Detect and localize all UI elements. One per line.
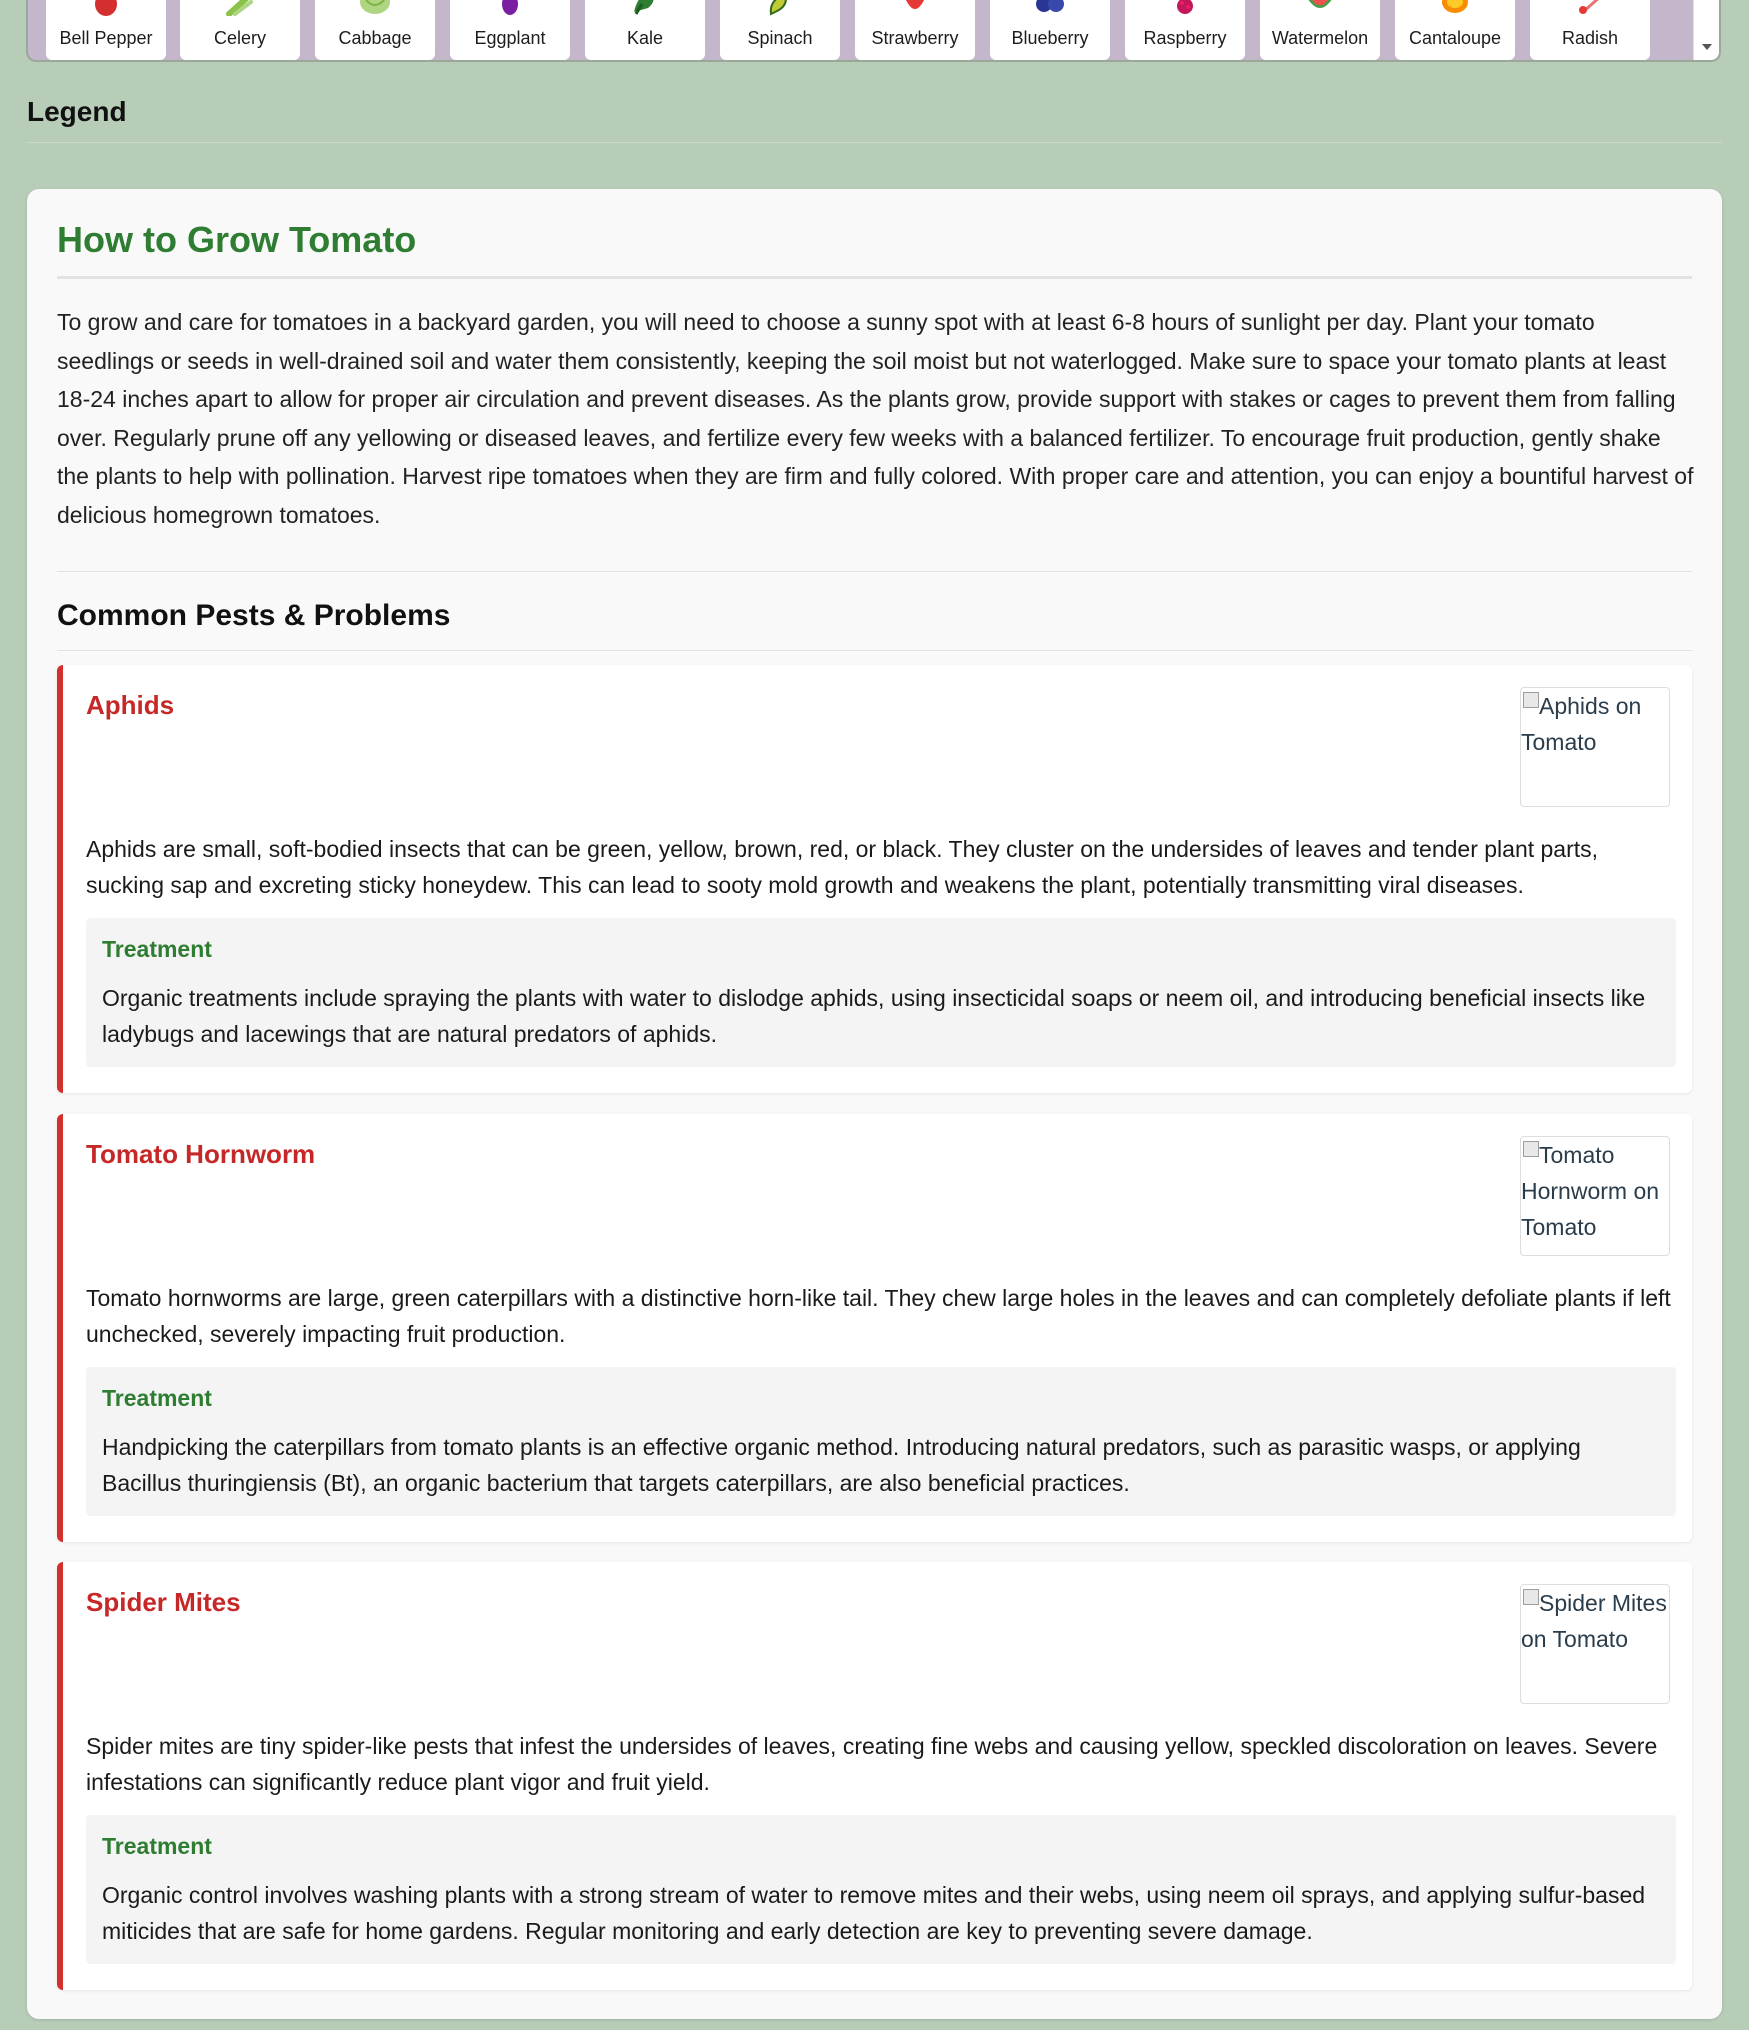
pest-card-tomato-hornworm: Tomato Hornworm Tomato Hornworm on Tomat… (57, 1114, 1692, 1542)
plant-label: Blueberry (1011, 28, 1089, 48)
treatment-text: Organic treatments include spraying the … (102, 985, 1646, 1047)
plant-tile-blueberry[interactable]: Blueberry (990, 0, 1110, 60)
plant-label: Celery (213, 28, 266, 48)
image-alt-text: Aphids on Tomato (1521, 693, 1642, 755)
plant-label: Cabbage (338, 28, 412, 48)
plant-label: Radish (1561, 28, 1619, 48)
watermelon-icon (1308, 0, 1332, 8)
kale-icon (634, 0, 654, 15)
treatment-title: Treatment (102, 1833, 212, 1859)
legend-heading: Legend (27, 96, 127, 127)
broken-image-icon (1523, 1141, 1539, 1157)
pest-card-spider-mites: Spider Mites Spider Mites on Tomato Spid… (57, 1562, 1692, 1990)
plant-label: Watermelon (1271, 28, 1369, 48)
image-alt-text: Spider Mites on Tomato (1521, 1590, 1667, 1652)
blueberry-icon (1036, 0, 1064, 12)
pest-image: Spider Mites on Tomato (1520, 1584, 1670, 1704)
growing-guide-card: How to Grow Tomato To grow and care for … (27, 189, 1722, 2019)
treatment-box: Treatment Handpicking the caterpillars f… (86, 1367, 1676, 1516)
celery-icon (226, 0, 253, 16)
pest-description: Spider mites are tiny spider-like pests … (86, 1733, 1658, 1795)
strawberry-icon (906, 0, 924, 9)
raspberry-icon (1177, 0, 1193, 14)
plant-tile-spinach[interactable]: Spinach (720, 0, 840, 60)
divider (57, 571, 1692, 572)
radish-icon (1579, 0, 1599, 14)
pest-description: Tomato hornworms are large, green caterp… (86, 1285, 1671, 1347)
eggplant-icon (502, 0, 518, 15)
pest-description: Aphids are small, soft-bodied insects th… (86, 836, 1599, 898)
guide-title: How to Grow Tomato (57, 219, 417, 260)
treatment-box: Treatment Organic control involves washi… (86, 1815, 1676, 1964)
plant-tile-watermelon[interactable]: Watermelon (1260, 0, 1380, 60)
cantaloupe-icon (1442, 0, 1468, 13)
strip-scroll-button[interactable] (1693, 0, 1719, 60)
plant-tile-cabbage[interactable]: Cabbage (315, 0, 435, 60)
treatment-text: Organic control involves washing plants … (102, 1882, 1646, 1944)
plant-tile-strawberry[interactable]: Strawberry (855, 0, 975, 60)
plant-label: Raspberry (1143, 28, 1227, 48)
plant-selector-strip: Bell Pepper Celery Cabbage Eggplant Kale… (26, 0, 1721, 62)
plant-label: Strawberry (871, 28, 959, 48)
treatment-box: Treatment Organic treatments include spr… (86, 918, 1676, 1067)
pest-name: Tomato Hornworm (86, 1139, 316, 1169)
plant-tile-eggplant[interactable]: Eggplant (450, 0, 570, 60)
broken-image-icon (1523, 692, 1539, 708)
bell-pepper-icon (95, 0, 117, 16)
broken-image-icon (1523, 1589, 1539, 1605)
treatment-text: Handpicking the caterpillars from tomato… (102, 1434, 1581, 1496)
pest-card-aphids: Aphids Aphids on Tomato Aphids are small… (57, 665, 1692, 1093)
divider (57, 650, 1692, 651)
plant-tile-radish[interactable]: Radish (1530, 0, 1650, 60)
plant-label: Kale (626, 28, 664, 48)
plant-tile-bell-pepper[interactable]: Bell Pepper (46, 0, 166, 60)
plant-tile-celery[interactable]: Celery (180, 0, 300, 60)
pest-image: Tomato Hornworm on Tomato (1520, 1136, 1670, 1256)
plant-label: Spinach (747, 28, 813, 48)
plant-label: Bell Pepper (59, 28, 153, 48)
pest-name: Aphids (86, 690, 175, 720)
image-alt-text: Tomato Hornworm on Tomato (1521, 1142, 1660, 1240)
plant-tile-raspberry[interactable]: Raspberry (1125, 0, 1245, 60)
cabbage-icon (360, 0, 390, 14)
divider (57, 276, 1692, 279)
treatment-title: Treatment (102, 936, 212, 962)
divider (27, 142, 1722, 143)
pest-image: Aphids on Tomato (1520, 687, 1670, 807)
spinach-icon (769, 0, 787, 16)
plant-label: Cantaloupe (1408, 28, 1502, 48)
chevron-down-icon (1702, 44, 1712, 50)
plant-tile-cantaloupe[interactable]: Cantaloupe (1395, 0, 1515, 60)
pest-name: Spider Mites (86, 1587, 241, 1617)
guide-intro: To grow and care for tomatoes in a backy… (57, 309, 1694, 528)
pests-heading: Common Pests & Problems (57, 599, 451, 632)
plant-label: Eggplant (474, 28, 546, 48)
treatment-title: Treatment (102, 1385, 212, 1411)
plant-tile-kale[interactable]: Kale (585, 0, 705, 60)
